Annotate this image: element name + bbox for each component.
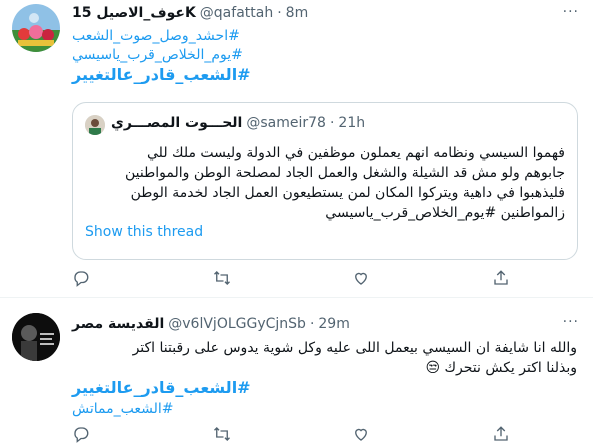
tweet-header: القديسة مصر @v6lVjOLGGyCjnSb · 29m: [72, 314, 350, 334]
hashtag-link[interactable]: #الشعب_قادر_عالتغيير: [72, 378, 251, 397]
tweet-line: والله انا شايفة ان السيسي بيعمل اللى علي…: [132, 340, 577, 356]
quote-display-name: الحـــوت المصـــري: [111, 115, 243, 131]
quote-line: جابوهم ولو مش قد الشيلة والشغل والعمل ال…: [125, 165, 565, 181]
retweet-icon[interactable]: [212, 424, 232, 444]
avatar[interactable]: [12, 4, 60, 52]
display-name[interactable]: عوف_الاصيل 15K: [72, 5, 196, 21]
more-options-icon[interactable]: ···: [563, 4, 579, 20]
user-handle[interactable]: @qafattah: [200, 5, 273, 21]
share-icon[interactable]: [492, 268, 512, 288]
hashtag-link[interactable]: #الشعب_مماتش: [72, 401, 173, 417]
like-icon[interactable]: [352, 268, 372, 288]
separator-dot: ·: [309, 316, 315, 332]
quote-line: فهموا السيسي ونظامه انهم يعملون موظفين ف…: [147, 145, 565, 161]
tweet-line: وبذلنا اكتر يكش نتحرك 😒: [425, 360, 577, 376]
like-icon[interactable]: [352, 424, 372, 444]
reply-icon[interactable]: [72, 268, 92, 288]
quote-text: فهموا السيسي ونظامه انهم يعملون موظفين ف…: [85, 143, 565, 223]
timestamp[interactable]: 8m: [286, 5, 309, 21]
quote-line: زالمواطنين #يوم_الخلاص_قرب_ياسيسي: [325, 205, 565, 221]
more-options-icon[interactable]: ···: [563, 314, 579, 330]
avatar[interactable]: [12, 313, 60, 361]
hashtag-link[interactable]: #يوم_الخلاص_قرب_ياسيسي: [72, 46, 251, 65]
timestamp[interactable]: 29m: [318, 316, 349, 332]
quote-timestamp: 21h: [338, 115, 366, 131]
tweet-text: والله انا شايفة ان السيسي بيعمل اللى علي…: [72, 338, 577, 419]
share-icon[interactable]: [492, 424, 512, 444]
reply-icon[interactable]: [72, 424, 92, 444]
tweet[interactable]: عوف_الاصيل 15K @qafattah · 8m ··· #احشد_…: [0, 0, 593, 297]
retweet-icon[interactable]: [212, 268, 232, 288]
quote-line: فليذهبوا في داهية ويتركوا المكان لمن يست…: [130, 185, 565, 201]
display-name[interactable]: القديسة مصر: [72, 316, 164, 332]
quote-avatar: [85, 115, 105, 135]
hashtag-link[interactable]: #احشد_وصل_صوت_الشعب: [72, 27, 251, 46]
user-handle[interactable]: @v6lVjOLGGyCjnSb: [168, 316, 306, 332]
action-bar: [72, 268, 512, 288]
hashtag-link[interactable]: #الشعب_قادر_عالتغيير: [72, 65, 251, 84]
tweet-text: #احشد_وصل_صوت_الشعب #يوم_الخلاص_قرب_ياسي…: [72, 27, 251, 84]
quote-user-handle: @sameir78: [246, 115, 326, 131]
quote-header: الحـــوت المصـــري @sameir78 · 21h: [111, 115, 365, 131]
separator-dot: ·: [329, 115, 335, 131]
separator-dot: ·: [277, 5, 282, 21]
tweet[interactable]: القديسة مصر @v6lVjOLGGyCjnSb · 29m ··· و…: [0, 297, 593, 444]
tweet-header: عوف_الاصيل 15K @qafattah · 8m: [72, 3, 308, 23]
quoted-tweet[interactable]: الحـــوت المصـــري @sameir78 · 21h فهموا…: [72, 102, 578, 260]
action-bar: [72, 424, 512, 444]
show-thread-link[interactable]: Show this thread: [85, 224, 203, 240]
